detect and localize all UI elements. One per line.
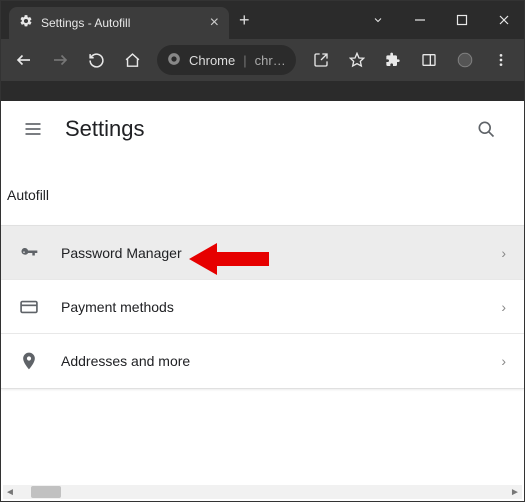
chevron-right-icon: › <box>501 245 506 261</box>
bookmark-icon[interactable] <box>340 43 374 77</box>
row-addresses[interactable]: Addresses and more › <box>1 334 524 388</box>
chevron-down-icon[interactable] <box>358 5 398 35</box>
forward-button[interactable] <box>43 43 77 77</box>
menu-button[interactable] <box>21 117 45 141</box>
settings-list: Password Manager › Payment methods › Add… <box>1 225 524 389</box>
home-button[interactable] <box>115 43 149 77</box>
row-payment-methods[interactable]: Payment methods › <box>1 280 524 334</box>
close-button[interactable] <box>484 5 524 35</box>
new-tab-button[interactable]: + <box>229 10 260 31</box>
settings-content: Autofill Password Manager › Payment meth… <box>1 157 524 389</box>
scroll-thumb[interactable] <box>31 486 61 498</box>
window-titlebar: Settings - Autofill × + <box>1 1 524 39</box>
page-title: Settings <box>65 116 145 142</box>
browser-toolbar: Chrome | chrome://s… <box>1 39 524 81</box>
omnibox-separator: | <box>243 53 246 68</box>
toolbar-shadow <box>1 81 524 101</box>
row-password-manager[interactable]: Password Manager › <box>1 226 524 280</box>
row-label: Addresses and more <box>61 353 190 369</box>
share-icon[interactable] <box>304 43 338 77</box>
chevron-right-icon: › <box>501 353 506 369</box>
reload-button[interactable] <box>79 43 113 77</box>
menu-icon[interactable] <box>484 43 518 77</box>
key-icon <box>19 243 39 263</box>
section-label: Autofill <box>1 177 524 213</box>
scroll-right-icon[interactable]: ► <box>508 485 522 499</box>
extensions-icon[interactable] <box>376 43 410 77</box>
omnibox-url: chrome://s… <box>255 53 286 68</box>
scroll-left-icon[interactable]: ◄ <box>3 485 17 499</box>
profile-icon[interactable] <box>448 43 482 77</box>
credit-card-icon <box>19 297 39 317</box>
scroll-track[interactable] <box>17 485 508 499</box>
browser-tab[interactable]: Settings - Autofill × <box>9 7 229 39</box>
location-pin-icon <box>19 351 39 371</box>
settings-header: Settings <box>1 101 524 157</box>
row-label: Payment methods <box>61 299 174 315</box>
maximize-button[interactable] <box>442 5 482 35</box>
sidepanel-icon[interactable] <box>412 43 446 77</box>
horizontal-scrollbar[interactable]: ◄ ► <box>3 485 522 499</box>
minimize-button[interactable] <box>400 5 440 35</box>
gear-icon <box>19 14 33 33</box>
window-controls <box>358 5 524 35</box>
search-button[interactable] <box>468 111 504 147</box>
chevron-right-icon: › <box>501 299 506 315</box>
row-label: Password Manager <box>61 245 182 261</box>
back-button[interactable] <box>7 43 41 77</box>
tab-title: Settings - Autofill <box>41 16 202 30</box>
tab-close-icon[interactable]: × <box>210 15 219 31</box>
omnibox-chip: Chrome <box>189 53 235 68</box>
address-bar[interactable]: Chrome | chrome://s… <box>157 45 296 75</box>
chrome-logo-icon <box>167 52 181 69</box>
